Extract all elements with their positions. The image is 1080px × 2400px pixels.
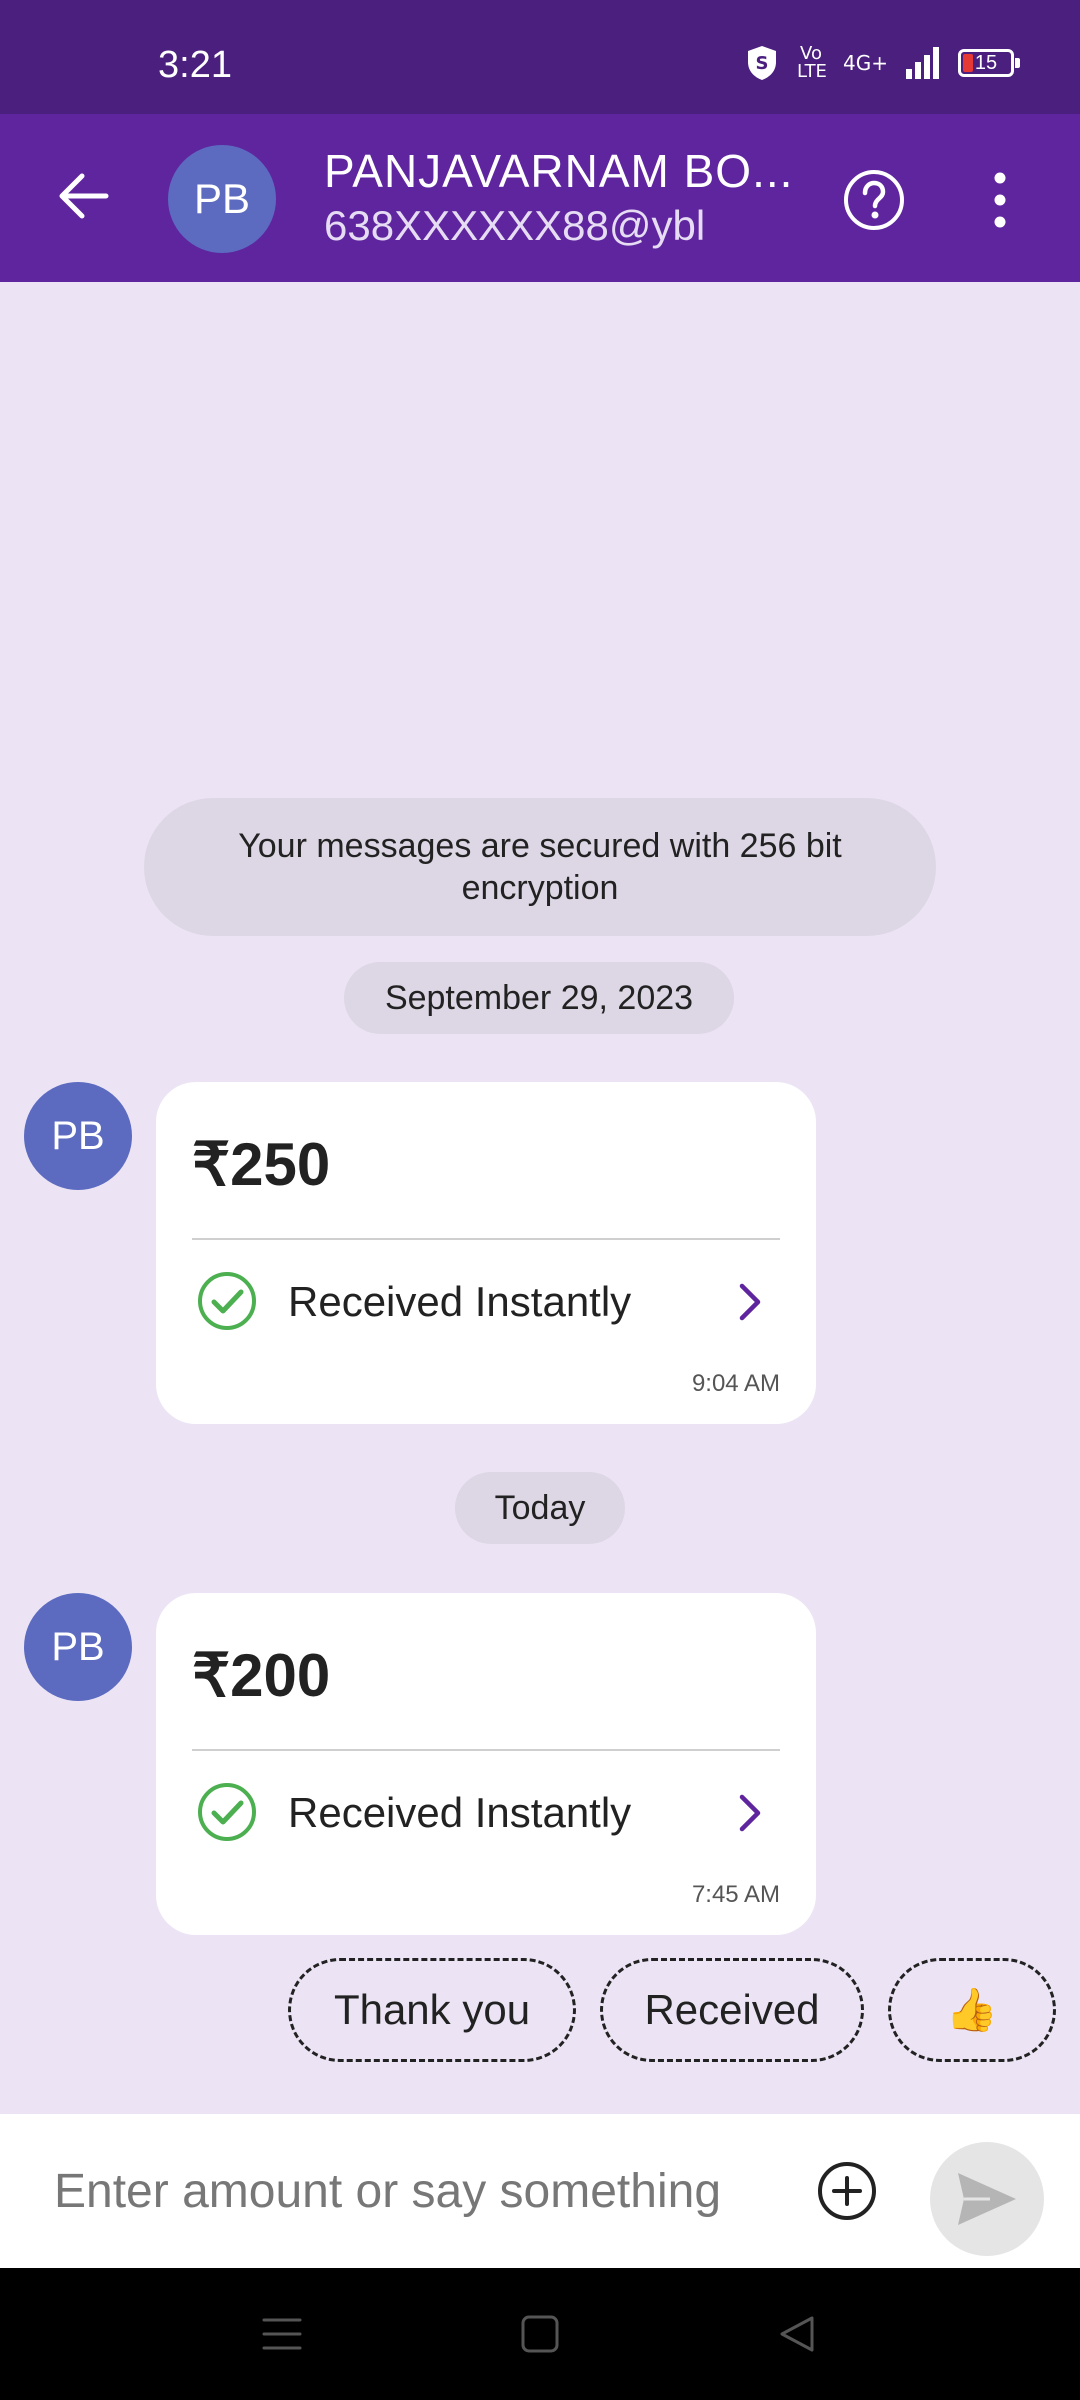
- payment-amount: ₹250: [192, 1131, 331, 1198]
- check-circle-icon: [198, 1783, 256, 1841]
- date-separator: September 29, 2023: [344, 962, 734, 1034]
- plus-circle-icon[interactable]: [816, 2160, 878, 2222]
- message-input-bar: [0, 2114, 1080, 2268]
- payment-card[interactable]: ₹200 Received Instantly 7:45 AM: [156, 1593, 816, 1935]
- payment-status: Received Instantly: [288, 1278, 632, 1325]
- chevron-right-icon[interactable]: [728, 1278, 768, 1326]
- menu-icon[interactable]: [256, 2308, 308, 2360]
- encryption-notice: Your messages are secured with 256 bit e…: [144, 798, 936, 936]
- signal-icon: [906, 47, 939, 79]
- volte-indicator: Vo LTE: [797, 43, 827, 82]
- battery-icon: 15: [958, 49, 1020, 77]
- arrow-left-icon[interactable]: [52, 164, 116, 228]
- status-icons: S Vo LTE 4G+ 15: [745, 43, 1020, 82]
- payment-status: Received Instantly: [288, 1789, 632, 1836]
- network-type: 4G+: [843, 51, 888, 75]
- message-input[interactable]: [54, 2154, 754, 2228]
- chevron-right-icon[interactable]: [728, 1789, 768, 1837]
- quick-reply-thumbs-up[interactable]: 👍: [888, 1958, 1056, 2062]
- contact-upi-id: 638XXXXXX88@ybl: [324, 202, 706, 249]
- sender-avatar[interactable]: PB: [24, 1593, 132, 1701]
- shield-icon: S: [748, 46, 777, 80]
- contact-name[interactable]: PANJAVARNAM BO...: [324, 144, 793, 198]
- date-separator: Today: [455, 1472, 625, 1544]
- status-bar: 3:21 S Vo LTE 4G+ 15: [0, 0, 1080, 114]
- vertical-dots-icon[interactable]: [990, 168, 1010, 232]
- chat-header: PB PANJAVARNAM BO... 638XXXXXX88@ybl: [0, 114, 1080, 282]
- card-divider: [192, 1749, 780, 1751]
- home-icon[interactable]: [514, 2308, 566, 2360]
- card-divider: [192, 1238, 780, 1240]
- status-time: 3:21: [158, 44, 232, 86]
- payment-amount: ₹200: [192, 1642, 331, 1709]
- message-time: 7:45 AM: [691, 1881, 780, 1908]
- payment-card[interactable]: ₹250 Received Instantly 9:04 AM: [156, 1082, 816, 1424]
- message-time: 9:04 AM: [691, 1370, 780, 1397]
- svg-text:S: S: [756, 53, 769, 74]
- quick-reply-thank-you[interactable]: Thank you: [288, 1958, 576, 2062]
- quick-reply-received[interactable]: Received: [600, 1958, 864, 2062]
- send-icon: [958, 2173, 1016, 2225]
- check-circle-icon: [198, 1272, 256, 1330]
- sender-avatar[interactable]: PB: [24, 1082, 132, 1190]
- send-button[interactable]: [930, 2142, 1044, 2256]
- back-triangle-icon[interactable]: [772, 2308, 824, 2360]
- question-circle-icon[interactable]: [842, 168, 906, 232]
- contact-avatar[interactable]: PB: [168, 145, 276, 253]
- battery-level: 15: [974, 52, 998, 74]
- system-nav-bar: [0, 2268, 1080, 2400]
